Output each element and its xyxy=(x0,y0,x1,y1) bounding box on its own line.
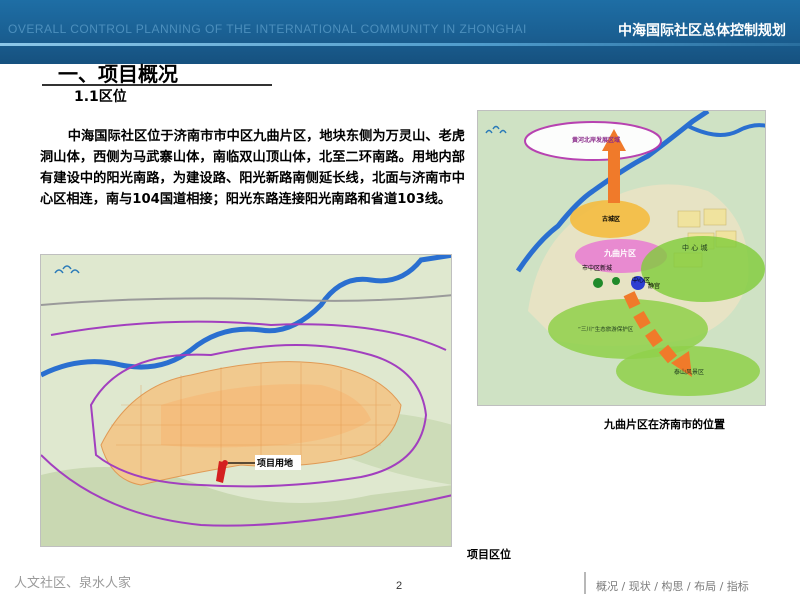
label-old-town: 古城区 xyxy=(602,216,621,223)
header-english-title: OVERALL CONTROL PLANNING OF THE INTERNAT… xyxy=(8,22,527,36)
header-stripe xyxy=(0,43,800,46)
location-map-graphic xyxy=(41,255,451,546)
section-subtitle: 1.1区位 xyxy=(74,89,127,105)
label-sanchuan: “三川”生态旅游保护区 xyxy=(578,327,634,333)
location-map-caption: 项目区位 xyxy=(467,548,511,561)
jiuqu-position-map: 黄河北岸发展区域 古城区 九曲片区 市中区新城 中 心 城 中心区 静宫 “三川… xyxy=(477,110,766,406)
footer-slogan: 人文社区、泉水人家 xyxy=(14,576,132,591)
page-number: 2 xyxy=(396,580,403,592)
label-top-zone: 黄河北岸发展区域 xyxy=(572,137,621,144)
project-site-label: 项目用地 xyxy=(257,459,294,469)
header-band: OVERALL CONTROL PLANNING OF THE INTERNAT… xyxy=(0,0,800,64)
section-title: 一、项目概况 xyxy=(58,62,178,86)
label-new-district: 市中区新城 xyxy=(582,265,613,272)
label-jingyu: 静宫 xyxy=(648,283,661,290)
footer-nav[interactable]: 概况 / 现状 / 构思 / 布局 / 指标 xyxy=(596,578,749,594)
jiuqu-position-map-caption: 九曲片区在济南市的位置 xyxy=(604,418,725,431)
label-zone: 中 心 城 xyxy=(682,244,708,252)
footer-divider xyxy=(584,572,586,594)
label-jiuqu: 九曲片区 xyxy=(604,249,636,258)
location-map: 项目用地 xyxy=(40,254,452,547)
label-scenic: 泰山风景区 xyxy=(674,369,705,376)
body-paragraph: 中海国际社区位于济南市市中区九曲片区，地块东侧为万灵山、老虎洞山体，西侧为马武寨… xyxy=(40,129,465,207)
header-chinese-title: 中海国际社区总体控制规划 xyxy=(618,23,786,39)
